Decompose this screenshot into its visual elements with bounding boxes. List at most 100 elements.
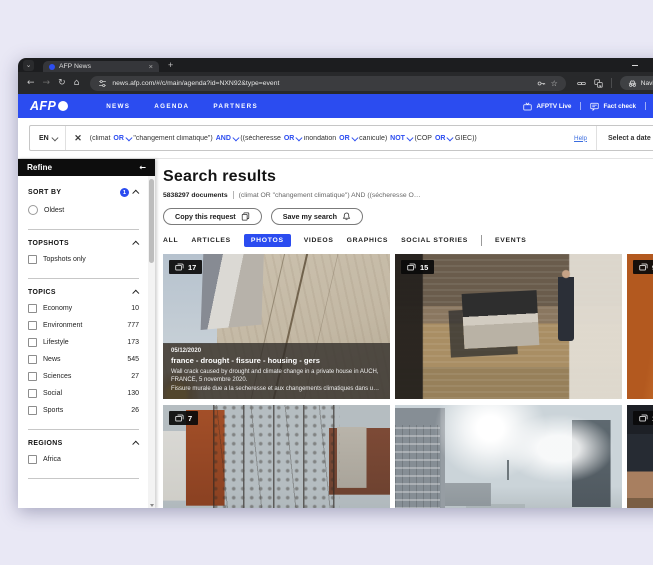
main-nav: NEWS AGENDA PARTNERS xyxy=(106,103,258,110)
checkbox-option[interactable]: Topshots only xyxy=(28,255,139,264)
checkbox-control[interactable] xyxy=(28,355,37,364)
tab-articles[interactable]: ARTICLES xyxy=(191,234,231,247)
back-icon[interactable]: ← xyxy=(27,79,35,88)
tab-social-stories[interactable]: SOCIAL STORIES xyxy=(401,234,468,247)
query-operator[interactable]: OR xyxy=(435,135,452,142)
photo-result-card[interactable]: 7 xyxy=(163,405,390,508)
search-row: EN ✕ (climatOR"changement climatique")AN… xyxy=(18,118,653,159)
link-icon[interactable] xyxy=(577,79,586,88)
copy-request-button[interactable]: Copy this request xyxy=(163,208,262,225)
section-header-controls xyxy=(134,290,139,295)
collapse-sidebar-icon[interactable]: ← xyxy=(139,163,146,172)
tab-close-icon[interactable]: × xyxy=(149,63,153,71)
passkey-icon[interactable] xyxy=(537,79,546,88)
section-header[interactable]: TOPSHOTS xyxy=(28,240,139,247)
query-term: canicule) xyxy=(359,135,387,142)
checkbox-control[interactable] xyxy=(28,321,37,330)
chevron-down-icon xyxy=(52,134,58,140)
tab-all[interactable]: ALL xyxy=(163,234,178,247)
forward-icon[interactable]: → xyxy=(43,79,51,88)
section-header[interactable]: TOPICS xyxy=(28,289,139,296)
checkbox-option[interactable]: Sports26 xyxy=(28,406,139,415)
photo-result-card[interactable]: 19 xyxy=(627,405,653,508)
query-token-text: inondation xyxy=(304,135,336,142)
section-title: SORT BY xyxy=(28,189,61,196)
query-operator[interactable]: OR xyxy=(113,135,130,142)
active-filter-badge: 1 xyxy=(120,188,129,197)
radio-control[interactable] xyxy=(28,205,38,215)
query-operator[interactable]: AND xyxy=(216,135,238,142)
url-text[interactable]: news.afp.com/#/c/main/agenda?id=NXN92&ty… xyxy=(112,80,531,87)
section-header[interactable]: REGIONS xyxy=(28,440,139,447)
option-label: Sciences xyxy=(43,373,71,380)
photo-caption-en: Wall crack caused by drought and climate… xyxy=(171,368,382,385)
divider xyxy=(28,229,139,230)
tab-events[interactable]: EVENTS xyxy=(495,234,526,247)
query-operator[interactable]: OR xyxy=(339,135,356,142)
header-link-fact-check[interactable]: Fact check xyxy=(590,102,636,111)
checkbox-option[interactable]: News545 xyxy=(28,355,139,364)
photo-grid: 1705/12/2020france - drought - fissure -… xyxy=(163,254,653,508)
nav-agenda[interactable]: AGENDA xyxy=(154,103,189,110)
checkbox-control[interactable] xyxy=(28,455,37,464)
checkbox-option[interactable]: Environment777 xyxy=(28,321,139,330)
divider xyxy=(28,278,139,279)
checkbox-control[interactable] xyxy=(28,304,37,313)
tab-search-button[interactable]: ⌄ xyxy=(23,60,34,71)
checkbox-option[interactable]: Sciences27 xyxy=(28,372,139,381)
photo-result-card[interactable] xyxy=(395,405,622,508)
checkbox-control[interactable] xyxy=(28,389,37,398)
search-query[interactable]: (climatOR"changement climatique")AND((sé… xyxy=(90,135,565,142)
clear-search-icon[interactable]: ✕ xyxy=(66,133,90,144)
checkbox-control[interactable] xyxy=(28,372,37,381)
save-search-button[interactable]: Save my search xyxy=(271,208,363,225)
bookmark-star-icon[interactable]: ☆ xyxy=(551,79,558,88)
copy-icon xyxy=(241,212,250,221)
section-header[interactable]: SORT BY 1 xyxy=(28,188,139,197)
photo-stack-icon xyxy=(407,263,416,272)
browser-tab[interactable]: AFP News × xyxy=(43,61,159,72)
tab-photos[interactable]: PHOTOS xyxy=(244,234,291,247)
tab-graphics[interactable]: GRAPHICS xyxy=(347,234,388,247)
header-link-afptv-live[interactable]: AFPTV Live xyxy=(523,102,571,111)
search-box[interactable]: EN ✕ (climatOR"changement climatique")AN… xyxy=(29,125,653,151)
reload-icon[interactable]: ↻ xyxy=(58,79,66,88)
new-tab-button[interactable]: + xyxy=(168,60,173,70)
checkbox-option[interactable]: Lifestyle173 xyxy=(28,338,139,347)
checkbox-option[interactable]: Social130 xyxy=(28,389,139,398)
sidebar-scrollbar[interactable] xyxy=(148,176,155,508)
scrollbar-thumb[interactable] xyxy=(149,179,154,263)
photo-result-card[interactable]: 1705/12/2020france - drought - fissure -… xyxy=(163,254,390,399)
tune-icon[interactable] xyxy=(98,79,107,88)
translate-icon[interactable] xyxy=(594,79,603,88)
checkbox-option[interactable]: Economy10 xyxy=(28,304,139,313)
address-bar[interactable]: news.afp.com/#/c/main/agenda?id=NXN92&ty… xyxy=(90,76,565,91)
checkbox-control[interactable] xyxy=(28,255,37,264)
photo-result-card[interactable]: 15 xyxy=(395,254,622,399)
home-icon[interactable]: ⌂ xyxy=(74,79,80,88)
afp-logo[interactable]: AFP xyxy=(30,99,68,113)
checkbox-option[interactable]: Africa xyxy=(28,455,139,464)
results-main: Search results 5838297 documents (climat… xyxy=(155,159,653,508)
afp-logo-text: AFP xyxy=(30,99,56,113)
photo-count-badge: 9 xyxy=(633,260,653,274)
tab-videos[interactable]: VIDEOS xyxy=(304,234,334,247)
query-operator[interactable]: OR xyxy=(284,135,301,142)
help-link[interactable]: Help xyxy=(574,135,587,142)
radio-option[interactable]: Oldest xyxy=(28,205,139,215)
date-filter[interactable]: Select a date - between xyxy=(596,126,653,150)
checkbox-control[interactable] xyxy=(28,406,37,415)
result-type-tabs: ALL ARTICLES PHOTOS VIDEOS GRAPHICS SOCIAL ST… xyxy=(163,234,653,247)
language-selector[interactable]: EN xyxy=(30,135,65,142)
checkbox-control[interactable] xyxy=(28,338,37,347)
option-count: 26 xyxy=(131,407,139,414)
nav-partners[interactable]: PARTNERS xyxy=(213,103,258,110)
scrollbar-down-icon[interactable] xyxy=(148,501,155,508)
query-operator[interactable]: NOT xyxy=(390,135,411,142)
results-summary: 5838297 documents (climat OR "changement… xyxy=(163,191,653,199)
photo-result-card[interactable]: 9 xyxy=(627,254,653,399)
nav-news[interactable]: NEWS xyxy=(106,103,130,110)
minimize-button[interactable] xyxy=(632,65,638,66)
query-token-text: ((sécheresse xyxy=(240,135,280,142)
fact-check-icon xyxy=(590,102,599,111)
